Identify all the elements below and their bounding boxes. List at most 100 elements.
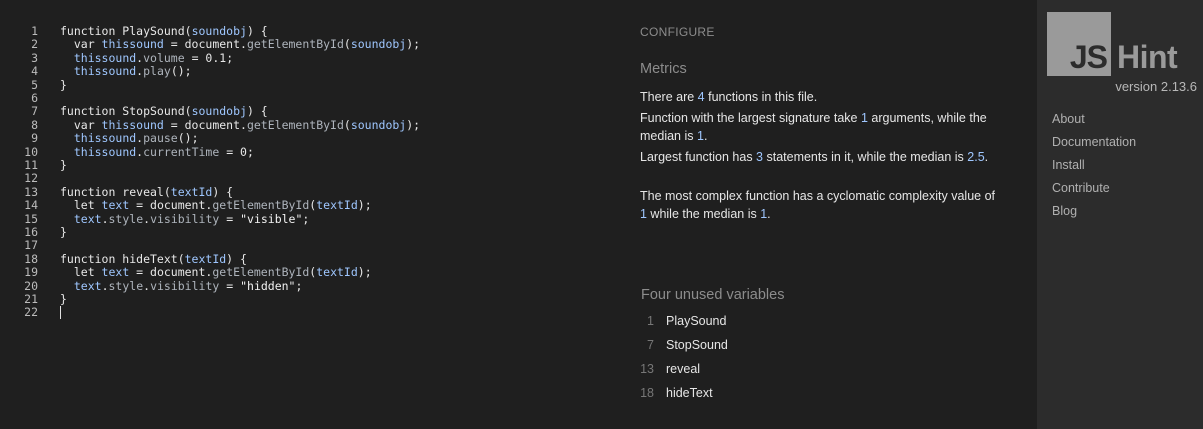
line-number: 17 — [24, 238, 38, 253]
code-text: } — [60, 225, 67, 239]
code-token: var — [60, 117, 102, 132]
code-token: pause — [143, 131, 178, 146]
code-token: play — [143, 64, 171, 79]
code-token: textId — [316, 198, 358, 213]
code-token: = document. — [163, 117, 247, 132]
code-token: soundobj — [191, 24, 247, 38]
code-token: ) { — [226, 251, 247, 266]
code-editor[interactable]: 1 function PlaySound(soundobj) {2 var thi… — [0, 0, 620, 429]
code-token: function reveal( — [60, 184, 171, 199]
line-number: 14 — [24, 198, 38, 213]
code-token: let — [60, 265, 102, 280]
code-text: var thissound = document.getElementById(… — [60, 38, 420, 51]
code-text: } — [60, 77, 67, 92]
code-token: . — [101, 278, 109, 293]
code-token: } — [60, 158, 67, 172]
logo-js-text: JS — [1069, 39, 1108, 75]
unused-variable-item[interactable]: 7 StopSound — [640, 337, 728, 353]
line-number: 11 — [24, 158, 38, 172]
code-token: function StopSound( — [60, 104, 192, 119]
line-number: 8 — [31, 117, 38, 132]
line-number: 22 — [24, 305, 38, 320]
metrics-heading: Metrics — [640, 61, 687, 77]
unused-variables-heading: Four unused variables — [641, 287, 785, 303]
nav-contribute[interactable]: Contribute — [1052, 181, 1110, 195]
metric-cyclomatic-complexity: The most complex function has a cyclomat… — [640, 189, 996, 221]
code-text: text.style.visibility = "hidden"; — [60, 278, 303, 293]
code-token: soundobj — [350, 37, 407, 52]
code-token: ; — [295, 278, 303, 293]
code-token: textId — [170, 184, 213, 199]
code-text: let text = document.getElementById(textI… — [60, 265, 372, 280]
code-text: function StopSound(soundobj) { — [60, 105, 268, 118]
code-token: = 0; — [219, 144, 254, 159]
code-text: function PlaySound(soundobj) { — [60, 24, 268, 38]
code-token: ( — [343, 117, 351, 132]
unused-variable-item[interactable]: 13 reveal — [640, 361, 700, 377]
code-token: style — [108, 278, 144, 293]
code-token: (); — [170, 64, 192, 79]
line-number: 4 — [31, 64, 38, 79]
line-number: 7 — [31, 104, 38, 119]
code-token: ); — [406, 117, 421, 132]
unused-variable-line: 18 — [640, 386, 654, 400]
code-token: ); — [357, 265, 372, 280]
line-number: 9 — [31, 131, 38, 146]
unused-variable-line: 13 — [640, 362, 654, 376]
unused-variable-name: PlaySound — [666, 314, 727, 328]
code-token: text — [101, 265, 130, 280]
code-token: thissound — [101, 37, 164, 52]
code-text: } — [60, 158, 67, 172]
nav-blog[interactable]: Blog — [1052, 204, 1077, 218]
code-token: let — [60, 198, 102, 213]
code-token: = document. — [163, 37, 247, 52]
code-token: textId — [184, 251, 227, 266]
code-token: thissound — [73, 50, 137, 65]
code-token: function hideText( — [60, 251, 185, 266]
configure-link[interactable]: CONFIGURE — [640, 25, 715, 39]
line-number: 2 — [31, 37, 38, 52]
line-number: 20 — [24, 278, 38, 293]
line-number: 15 — [24, 211, 38, 226]
code-token: function PlaySound( — [60, 24, 192, 38]
code-token: visibility — [150, 211, 220, 226]
code-token: getElementById — [246, 37, 344, 52]
code-token: ) { — [246, 104, 268, 119]
line-number: 6 — [31, 91, 38, 105]
logo-js-block: JS — [1047, 12, 1111, 76]
code-token: ) { — [212, 184, 234, 199]
code-token: currentTime — [143, 144, 220, 159]
code-token: } — [60, 77, 67, 92]
code-token: text — [73, 278, 102, 293]
unused-variable-line: 7 — [647, 338, 654, 352]
code-token: style — [108, 211, 144, 226]
code-token: = — [219, 278, 241, 293]
code-token: getElementById — [246, 117, 344, 132]
code-token: thissound — [73, 144, 137, 159]
code-token: var — [60, 37, 102, 52]
nav-about[interactable]: About — [1052, 112, 1085, 126]
unused-variable-item[interactable]: 1 PlaySound — [640, 313, 726, 329]
code-token: (); — [177, 131, 199, 146]
code-token: textId — [316, 265, 358, 280]
line-number: 13 — [24, 184, 38, 199]
unused-variable-item[interactable]: 18 hideText — [640, 385, 712, 401]
code-text: var thissound = document.getElementById(… — [60, 117, 421, 132]
line-number: 18 — [24, 251, 38, 266]
unused-variable-name: reveal — [666, 362, 701, 376]
sidebar: JS Hint version 2.13.6 About Documentati… — [1037, 0, 1203, 429]
nav-install[interactable]: Install — [1052, 158, 1085, 172]
code-token: soundobj — [350, 117, 407, 132]
code-token: "hidden" — [240, 278, 296, 293]
line-number: 10 — [24, 144, 38, 159]
nav-documentation[interactable]: Documentation — [1052, 135, 1136, 149]
version-label: version 2.13.6 — [1115, 79, 1197, 94]
unused-variable-name: StopSound — [666, 338, 728, 352]
metric-largest-signature: Function with the largest signature take… — [640, 111, 987, 143]
jshint-logo[interactable]: JS Hint — [1047, 12, 1197, 76]
code-token: ); — [406, 37, 421, 52]
